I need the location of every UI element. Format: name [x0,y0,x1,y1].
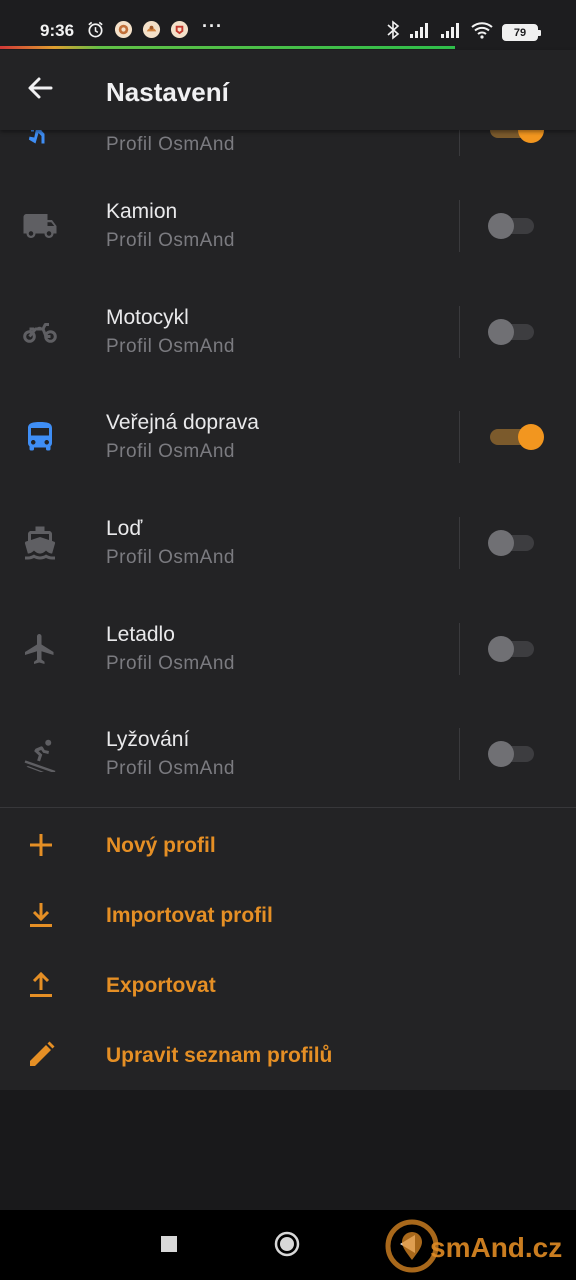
profile-row-skiing[interactable]: Lyžování Profil OsmAnd [0,701,576,807]
profile-toggle[interactable] [488,319,536,345]
edit-profile-list-button[interactable]: Upravit seznam profilů [0,1020,576,1090]
alarm-icon [86,20,105,39]
export-profile-button[interactable]: Exportovat [0,950,576,1020]
bus-icon [22,419,58,455]
wifi-icon [471,21,493,44]
profile-row-truck[interactable]: Kamion Profil OsmAnd [0,173,576,279]
signal-icon [409,21,431,44]
skiing-icon [22,736,58,772]
action-label: Importovat profil [106,904,273,927]
profile-name: Letadlo [106,623,175,646]
profile-name: Motocykl [106,306,189,329]
profile-row-public-transport[interactable]: Veřejná doprava Profil OsmAnd [0,384,576,490]
new-profile-button[interactable]: Nový profil [0,810,576,880]
walk-icon [22,130,58,148]
more-notifications: ··· [202,16,223,36]
signal-icon [440,21,462,44]
action-label: Nový profil [106,834,216,857]
truck-icon [22,208,58,244]
profile-type: Profil OsmAnd [106,758,235,779]
divider [459,130,460,156]
profile-row-airplane[interactable]: Letadlo Profil OsmAnd [0,596,576,702]
airplane-icon [22,631,58,667]
profile-type: Profil OsmAnd [106,336,235,357]
profile-toggle[interactable] [488,424,544,450]
profile-list: Profil OsmAnd Kamion Profil OsmAnd Motoc… [0,130,576,808]
divider [459,623,460,675]
boat-icon [22,525,58,561]
divider [459,517,460,569]
divider [459,200,460,252]
action-label: Exportovat [106,974,216,997]
profile-type: Profil OsmAnd [106,134,235,155]
app-icon [142,20,161,39]
arrow-back-icon [26,74,54,107]
app-icon [114,20,133,39]
notification-icons: ··· [86,16,223,39]
download-icon [25,899,57,931]
profile-toggle[interactable] [488,636,536,662]
profile-toggle[interactable] [488,213,536,239]
import-profile-button[interactable]: Importovat profil [0,880,576,950]
divider [459,728,460,780]
divider [459,411,460,463]
page-title: Nastavení [106,77,229,107]
pencil-icon [25,1039,57,1071]
profile-toggle[interactable] [488,530,536,556]
profile-name: Kamion [106,200,178,223]
battery-level: 79 [513,26,527,39]
motorcycle-icon [22,314,58,350]
status-bar: 9:36 ··· 79 [0,0,576,50]
status-time: 9:36 [40,21,75,40]
profile-row-boat[interactable]: Loď Profil OsmAnd [0,490,576,596]
profile-name: Veřejná doprava [106,411,259,434]
profile-type: Profil OsmAnd [106,653,235,674]
square-icon [160,1235,178,1258]
profile-type: Profil OsmAnd [106,441,235,462]
plus-icon [25,829,57,861]
battery-icon: 79 [502,24,541,41]
action-label: Upravit seznam profilů [106,1044,333,1067]
upload-icon [25,969,57,1001]
recents-button[interactable] [153,1230,185,1262]
divider [459,306,460,358]
loading-bar [0,46,455,49]
circle-icon [273,1230,301,1263]
profile-type: Profil OsmAnd [106,547,235,568]
profile-actions: Nový profil Importovat profil Exportovat… [0,808,576,1090]
app-icon [170,20,189,39]
profile-name: Loď [106,517,143,540]
bluetooth-icon [386,20,400,45]
back-button[interactable] [20,70,60,110]
watermark-text: smAnd.cz [430,1232,563,1263]
profile-toggle[interactable] [488,741,536,767]
profile-type: Profil OsmAnd [106,230,235,251]
system-icons: 79 [386,20,541,45]
profile-name: Lyžování [106,728,190,751]
app-toolbar: Nastavení [0,50,576,130]
profile-row-motorcycle[interactable]: Motocykl Profil OsmAnd [0,279,576,385]
home-button[interactable] [271,1230,303,1262]
profile-toggle[interactable] [488,130,544,143]
